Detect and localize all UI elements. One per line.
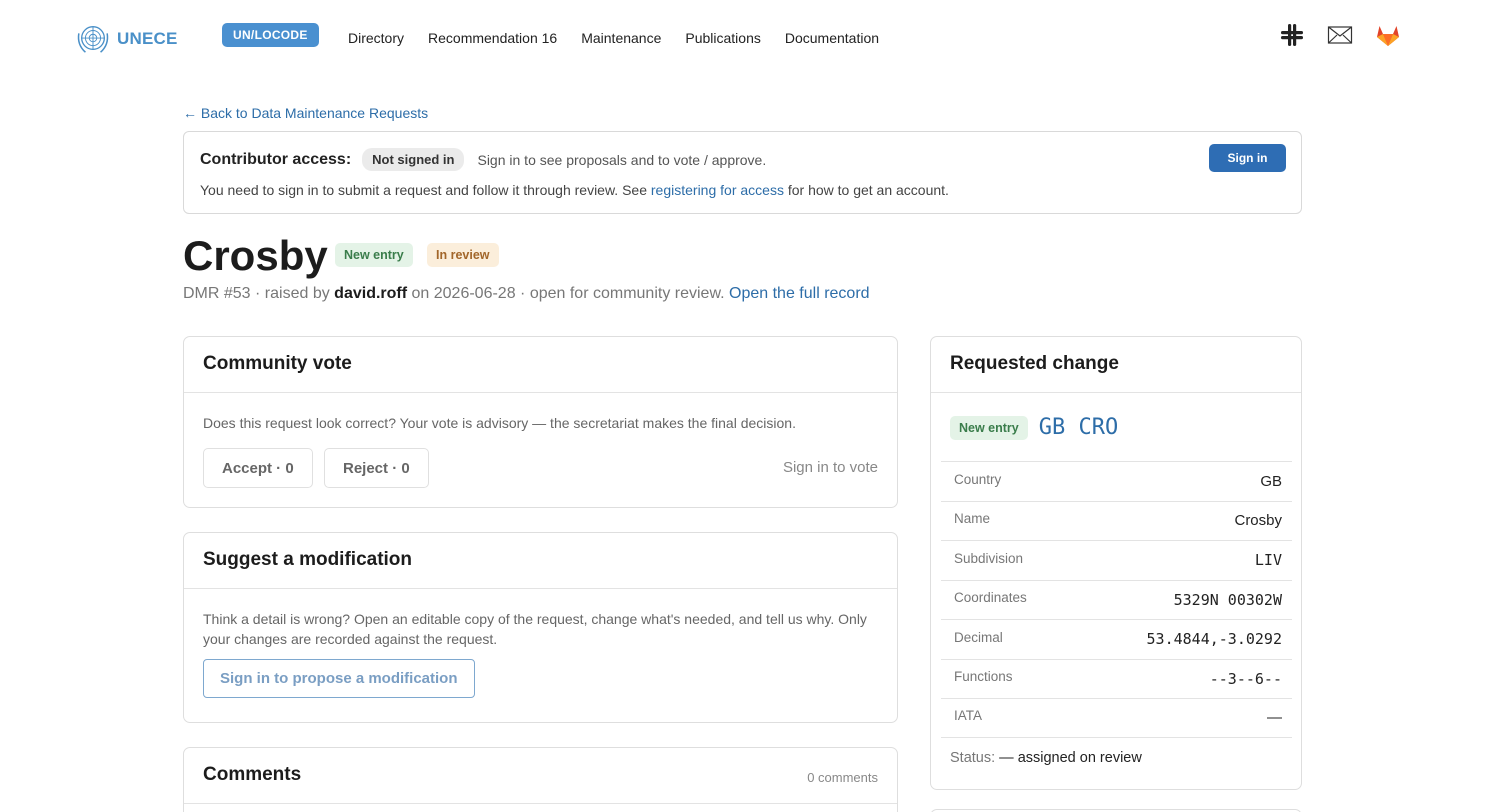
reject-button[interactable]: Reject · 0 (324, 448, 429, 488)
comments-heading: Comments 0 comments (184, 748, 897, 804)
contributor-note: You need to sign in to submit a request … (200, 182, 949, 198)
locode-code: GB CRO (1038, 415, 1119, 440)
comments-card: Comments 0 comments (183, 747, 898, 812)
field-value: LIV (1254, 551, 1282, 570)
vote-heading: Community vote (184, 337, 897, 393)
table-row: Functions --3--6-- (941, 658, 1292, 699)
vote-description: Does this request look correct? Your vot… (203, 415, 796, 431)
mail-icon[interactable] (1327, 22, 1353, 48)
community-vote-card: Community vote Does this request look co… (183, 336, 898, 508)
requested-change-heading: Requested change (931, 337, 1301, 393)
field-value: Crosby (1234, 512, 1282, 530)
table-row: IATA — (941, 698, 1292, 738)
field-label: Functions (954, 669, 1013, 685)
field-value: — (1267, 709, 1282, 727)
request-meta: DMR #53 · raised by david.roff on 2026-0… (183, 285, 870, 302)
table-row: Decimal 53.4844,-3.0292 (941, 619, 1292, 659)
slack-icon[interactable] (1279, 22, 1305, 48)
field-label: Coordinates (954, 590, 1027, 606)
field-value: 5329N 00302W (1173, 590, 1282, 609)
requested-change-card: Requested change New entry GB CRO Countr… (930, 336, 1302, 790)
field-label: Name (954, 511, 991, 527)
field-value: GB (1260, 472, 1282, 490)
logo-text: UNECE (117, 29, 178, 48)
sign-in-button[interactable]: Sign in (1209, 144, 1286, 172)
suggest-modification-card: Suggest a modification Think a detail is… (183, 532, 898, 723)
table-row: Name Crosby (941, 500, 1292, 541)
field-label: IATA (954, 708, 983, 724)
nav-documentation[interactable]: Documentation (785, 30, 879, 46)
accept-button[interactable]: Accept · 0 (203, 448, 313, 488)
field-value: --3--6-- (1209, 669, 1282, 688)
nav-directory[interactable]: Directory (348, 30, 404, 46)
signin-status-badge: Not signed in (362, 148, 465, 171)
back-link[interactable]: ← Back to Data Maintenance Requests (183, 105, 428, 121)
header-icons (1279, 22, 1401, 48)
field-label: Country (954, 471, 1002, 487)
table-row: Subdivision LIV (941, 540, 1292, 580)
full-record-link[interactable]: Open the full record (729, 285, 870, 302)
contributor-label: Contributor access: (200, 150, 352, 168)
field-label: Decimal (954, 629, 1003, 645)
registering-link[interactable]: registering for access (651, 182, 784, 198)
vote-hint: Sign in to vote (782, 459, 878, 476)
author-name: david.roff (334, 285, 408, 302)
change-type-tag: New entry (950, 415, 1028, 440)
unlocode-badge[interactable]: UN/LOCODE (222, 23, 319, 47)
top-bar: UNECE UN/LOCODE Directory Recommendation… (0, 0, 1485, 76)
comments-count: 0 comments (807, 770, 878, 785)
contributor-access-box: Contributor access: Not signed in Sign i… (183, 131, 1302, 214)
nav-recommendation-16[interactable]: Recommendation 16 (428, 30, 557, 46)
nav-publications[interactable]: Publications (685, 30, 761, 46)
table-row: Country GB (941, 461, 1292, 501)
page-title: Crosby (183, 232, 328, 279)
propose-modification-button[interactable]: Sign in to propose a modification (203, 659, 475, 698)
modification-heading: Suggest a modification (184, 533, 897, 589)
status-value: — assigned on review (995, 750, 1142, 766)
unece-logo[interactable]: UNECE (74, 22, 178, 56)
contributor-hint: Sign in to see proposals and to vote / a… (477, 151, 767, 168)
in-review-tag: In review (427, 243, 499, 267)
nav-maintenance[interactable]: Maintenance (581, 30, 661, 46)
new-entry-tag: New entry (335, 243, 413, 267)
table-row: Coordinates 5329N 00302W (941, 579, 1292, 620)
field-label: Subdivision (954, 550, 1024, 566)
main-nav: Directory Recommendation 16 Maintenance … (348, 30, 879, 46)
change-details-table: Country GB Name Crosby Subdivision LIV C… (941, 461, 1292, 738)
un-emblem-icon (77, 26, 109, 53)
change-status: Status: — assigned on review (950, 750, 1142, 766)
field-value: 53.4844,-3.0292 (1146, 630, 1282, 649)
modification-description: Think a detail is wrong? Open an editabl… (203, 611, 867, 647)
gitlab-icon[interactable] (1375, 22, 1401, 48)
